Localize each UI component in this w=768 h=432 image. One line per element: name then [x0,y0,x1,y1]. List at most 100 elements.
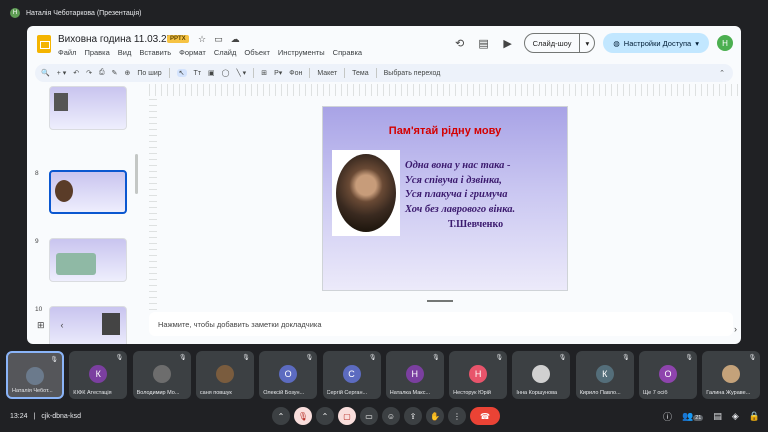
slide-thumbnail[interactable] [49,86,127,130]
comment-add-icon[interactable]: ⊞ [261,69,267,77]
end-call-icon[interactable]: ☎ [470,407,500,425]
chevron-down-icon[interactable]: ▾ [579,34,594,52]
paint-format-icon[interactable]: ✎ [112,69,118,77]
info-icon[interactable]: ⓘ [663,410,672,423]
grid-view-icon[interactable]: ⊞ [37,320,45,331]
slide-thumbnail-active[interactable] [49,170,127,214]
raise-hand-icon[interactable]: ✋ [426,407,444,425]
divider: | [33,412,36,420]
share-label: Настройки Доступа [623,38,692,48]
participant-avatar: О [659,365,677,383]
transition-button[interactable]: Выбрать переход [384,70,441,77]
camera-off-icon[interactable]: ▢ [338,407,356,425]
background-button[interactable]: Фон [289,70,302,77]
cloud-status-icon[interactable]: ☁ [231,34,240,45]
menu-item[interactable]: Правка [84,48,109,57]
select-cursor-icon[interactable]: ↖ [176,69,187,77]
redo-icon[interactable]: ↷ [86,69,92,77]
slides-logo-icon[interactable] [37,35,51,53]
menu-item[interactable]: Инструменты [278,48,325,57]
menu-item[interactable]: Вид [118,48,132,57]
participant-tile[interactable]: саня повшук 🎙 [195,351,254,399]
participant-tile[interactable]: К КІФК Атестація 🎙 [69,351,128,399]
star-icon[interactable]: ☆ [198,34,206,45]
toolbar-divider [253,68,255,78]
participant-tile[interactable]: Н Несторук Юрій 🎙 [449,351,508,399]
shevchenko-portrait[interactable] [332,150,400,236]
search-menu-icon[interactable]: 🔍 [41,69,50,77]
history-icon[interactable]: ⟲ [452,37,468,50]
meet-camera-icon[interactable]: ▶ [500,37,516,50]
people-icon[interactable]: 👥 21 [682,411,704,422]
presenter-label: Наталія Чеботаркова (Презентація) [26,9,142,17]
chat-icon[interactable]: ▤ [713,411,722,422]
filmstrip-scrollbar[interactable] [135,154,138,194]
zoom-select[interactable]: По шир [137,70,161,77]
participant-tile[interactable]: О Олексій Бозун... 🎙 [259,351,318,399]
share-button[interactable]: ◍ Настройки Доступа ▾ [603,33,709,53]
mic-muted-icon: 🎙 [432,355,440,361]
move-folder-icon[interactable]: ▭ [214,34,223,45]
participant-tile[interactable]: Інна Коршунова 🎙 [512,351,571,399]
new-slide-icon[interactable]: + ▾ [57,69,67,77]
thumbnail-map [56,253,96,275]
document-title[interactable]: Виховна година 11.03.25 [58,34,172,45]
participant-name: КІФК Атестація [73,390,112,396]
participant-tile[interactable]: С Сергій Серган... 🎙 [322,351,381,399]
line-icon[interactable]: ╲ ▾ [237,69,247,77]
emoji-icon[interactable]: ☺ [382,407,400,425]
mic-options-icon[interactable]: ⌃ [272,407,290,425]
side-panel-toggle-icon[interactable]: › [734,324,737,334]
toolbar-divider [375,68,377,78]
participant-avatar [722,365,741,383]
slideshow-button[interactable]: Слайд-шоу ▾ [523,33,596,53]
activities-icon[interactable]: ◈ [732,411,739,422]
slide-thumbnail[interactable] [49,238,127,282]
participant-tile[interactable]: О Ще 7 осіб 🎙 [639,351,697,399]
notes-resize-handle[interactable] [427,300,453,302]
shape-icon[interactable]: ◯ [222,69,230,77]
participant-name: Несторук Юрій [453,390,491,396]
menu-item[interactable]: Файл [58,48,76,57]
undo-icon[interactable]: ↶ [73,69,79,77]
theme-button[interactable]: Тема [352,70,368,77]
participant-tile[interactable]: Володимир Мо... 🎙 [132,351,191,399]
account-avatar[interactable]: H [717,35,733,51]
collapse-toolbar-icon[interactable]: ⌃ [719,69,725,77]
present-icon[interactable]: ⇪ [404,407,422,425]
participant-tile[interactable]: К Кирило Павло... 🎙 [575,351,634,399]
zoom-icon[interactable]: ⊕ [125,69,131,77]
participant-tile[interactable]: Наталія Чебот... 🎙 [6,351,64,399]
collapse-filmstrip-icon[interactable]: ‹ [61,320,64,331]
comments-icon[interactable]: ▤ [476,37,492,50]
print-icon[interactable]: ⎙ [99,69,105,77]
participant-name: Інна Коршунова [516,390,558,396]
camera-options-icon[interactable]: ⌃ [316,407,334,425]
poem-author[interactable]: Т.Шевченко [448,219,503,230]
layout-button[interactable]: Макет [317,70,337,77]
menu-item[interactable]: Объект [244,48,270,57]
more-options-icon[interactable]: ⋮ [448,407,466,425]
image-icon[interactable]: ▣ [208,69,215,77]
poem-line: Хоч без лаврового вінка. [405,203,516,215]
participant-tile[interactable]: Галина Жураве... 🎙 [702,351,761,399]
format-options-icon[interactable]: P▾ [274,69,282,77]
poem-text[interactable]: Одна вона у нас така - Уся співуча і дзв… [405,159,515,217]
captions-icon[interactable]: ▭ [360,407,378,425]
participant-tile[interactable]: Н Наталка Макс... 🎙 [385,351,444,399]
menu-item[interactable]: Вставить [139,48,171,57]
participant-name: Наталка Макс... [389,390,431,396]
current-slide[interactable]: Пам'ятай рідну мову Одна вона у нас така… [323,107,567,290]
slide-number: 9 [35,238,39,245]
mic-off-icon[interactable]: 🎙 [294,407,312,425]
text-box-icon[interactable]: Tт [194,70,201,77]
menu-item[interactable]: Справка [333,48,362,57]
menu-item[interactable]: Слайд [214,48,237,57]
menu-item[interactable]: Формат [179,48,206,57]
speaker-notes[interactable]: Нажмите, чтобы добавить заметки докладчи… [149,312,733,336]
meet-control-bar: 13:24 | cjk-dbna-ksd ⌃ 🎙 ⌃ ▢ ▭ ☺ ⇪ ✋ ⋮ ☎… [0,404,768,428]
slide-title[interactable]: Пам'ятай рідну мову [323,125,567,137]
host-controls-icon[interactable]: 🔒 [749,411,760,422]
toolbar-divider [309,68,311,78]
horizontal-ruler [149,84,739,96]
